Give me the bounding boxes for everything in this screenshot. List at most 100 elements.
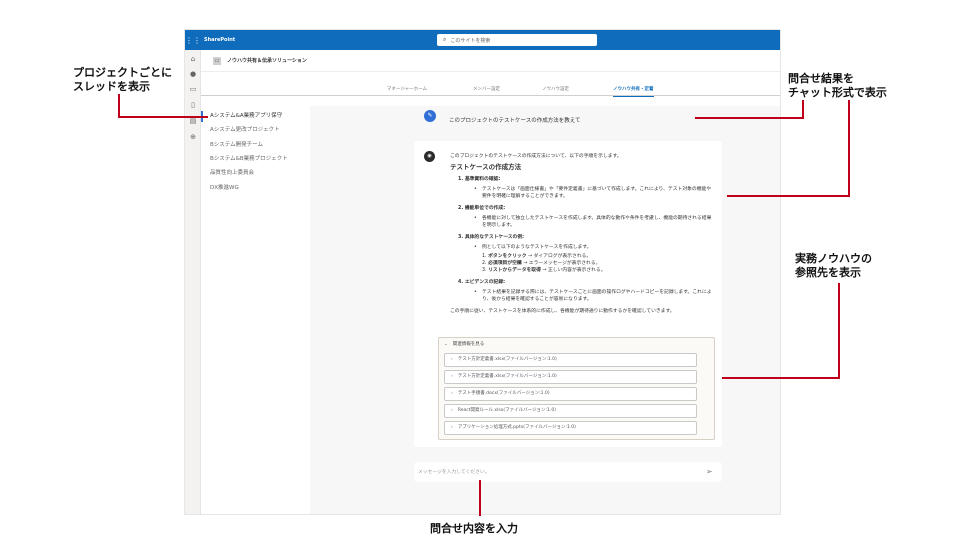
app-name: SharePoint xyxy=(204,37,236,43)
send-icon[interactable]: ➢ xyxy=(706,466,716,478)
step-title: 2. 機能単位での作成: xyxy=(458,206,506,211)
annotation-line-1: 実務ノウハウの xyxy=(795,252,872,265)
related-info-panel: ⌄ 関連情報を見る › テスト方針定義書.xlsx(ファイルバージョン:1.0) ›… xyxy=(438,337,715,440)
suite-bar: ⋮⋮ SharePoint ⌕ このサイトを検索 xyxy=(185,30,780,50)
site-header: ロ ノウハウ共有＆伝承ソリューション xyxy=(201,50,780,72)
answer-step: 2. 機能単位での作成: 各機能に対して独立したテストケースを作成します。具体的… xyxy=(458,205,712,229)
sub-step-action: ボタンをクリック xyxy=(488,254,527,259)
sub-step-result: → 正しい内容が表示される。 xyxy=(540,268,606,273)
reference-file-name: React開発ルール.xlsx(ファイルバージョン:1.0) xyxy=(457,408,556,413)
sub-step-action: リストからデータを取得 xyxy=(488,268,541,273)
message-composer: ➢ xyxy=(414,462,722,482)
thread-item[interactable]: DX推進WG xyxy=(201,183,309,194)
answer-step: 4. エビデンスの記録: テスト結果を記録する際には、テストケースごとに画面の操… xyxy=(458,279,712,303)
sub-step-action: 必須項目が空欄 xyxy=(488,261,522,266)
question-message: このプロジェクトのテストケースの作成方法を教えて xyxy=(449,118,581,124)
related-info-title: 関連情報を見る xyxy=(452,342,485,347)
sub-step: 2. 必須項目が空欄 → エラーメッセージが表示される。 xyxy=(482,260,712,267)
reference-leader-line xyxy=(838,283,840,379)
step-title: 3. 具体的なテストケースの例: xyxy=(458,235,525,240)
site-tabs: マネージャーホーム メンバー設定 ノウハウ設定 ノウハウ共有・定着 xyxy=(201,84,780,97)
answer-conclusion: この手順に従い、テストケースを体系的に作成し、各機能が期待通りに動作するかを確認… xyxy=(450,309,675,314)
chevron-right-icon: › xyxy=(451,408,453,413)
answer-step: 1. 基準資料の確認: テストケースは「画面仕様書」や「要件定義書」に基づいて作… xyxy=(458,176,712,200)
thread-item[interactable]: Aシステム&A業務アプリ保守 xyxy=(201,111,309,122)
site-title[interactable]: ノウハウ共有＆伝承ソリューション xyxy=(227,57,307,64)
step-bullet: 各機能に対して独立したテストケースを作成します。具体的な動作や条件を考慮し、機能… xyxy=(474,215,712,229)
step-bullet: 例として以下のようなテストケースを作成します。 xyxy=(474,244,712,251)
thread-leader-line xyxy=(118,116,208,118)
add-icon[interactable]: ⊕ xyxy=(188,132,198,142)
reference-item[interactable]: › テスト方針定義書.xlsx(ファイルバージョン:1.0) xyxy=(444,370,697,384)
sub-step-result: → エラーメッセージが表示される。 xyxy=(521,261,601,266)
reference-file-name: テスト方針定義書.xlsx(ファイルバージョン:1.0) xyxy=(457,357,557,362)
answer-step: 3. 具体的なテストケースの例: 例として以下のようなテストケースを作成します。… xyxy=(458,234,712,274)
step-bullet: テストケースは「画面仕様書」や「要件定義書」に基づいて作成します。これにより、テ… xyxy=(474,186,712,200)
chat-annotation: 問合せ結果を チャット形式で表示 xyxy=(788,72,887,100)
step-bullet: テスト結果を記録する際には、テストケースごとに画面の操作ログやハードコピーを記録… xyxy=(474,289,712,303)
annotation-line-1: 問合せ結果を xyxy=(788,72,854,85)
reference-leader-line xyxy=(722,377,840,379)
site-logo[interactable]: ロ xyxy=(213,56,221,65)
document-icon[interactable]: ▯ xyxy=(188,100,198,110)
answer-card: ◉ このプロジェクトのテストケースの作成方法について、以下の手順を示します。 テ… xyxy=(414,141,722,447)
site-search-box[interactable]: ⌕ このサイトを検索 xyxy=(437,34,597,46)
folder-icon[interactable]: ▭ xyxy=(188,84,198,94)
chat-leader-line xyxy=(695,117,804,119)
tab-knowhow-sharing[interactable]: ノウハウ共有・定着 xyxy=(613,86,654,97)
thread-leader-line xyxy=(118,94,120,117)
step-title: 1. 基準資料の確認: xyxy=(458,177,501,182)
thread-annotation: プロジェクトごとに スレッドを表示 xyxy=(73,66,172,94)
sub-step-number: 3. xyxy=(482,268,487,273)
search-placeholder: このサイトを検索 xyxy=(450,37,491,44)
chevron-down-icon: ⌄ xyxy=(444,342,448,347)
home-icon[interactable]: ⌂ xyxy=(188,54,198,64)
app-launcher-icon[interactable]: ⋮⋮ xyxy=(185,30,201,50)
search-icon: ⌕ xyxy=(443,36,447,43)
chevron-right-icon: › xyxy=(451,425,453,430)
related-info-toggle[interactable]: ⌄ 関連情報を見る xyxy=(444,341,484,347)
chat-leader-line xyxy=(727,195,850,197)
answer-intro: このプロジェクトのテストケースの作成方法について、以下の手順を示します。 xyxy=(450,154,622,159)
chat-pane: ✎ このプロジェクトのテストケースの作成方法を教えて ◉ このプロジェクトのテス… xyxy=(310,106,780,514)
chevron-right-icon: › xyxy=(451,391,453,396)
chevron-right-icon: › xyxy=(451,374,453,379)
message-input[interactable] xyxy=(418,465,698,479)
annotation-line-2: 参照先を表示 xyxy=(795,266,861,279)
thread-item[interactable]: Bシステム開発チーム xyxy=(201,140,309,151)
user-avatar-icon: ✎ xyxy=(424,110,436,122)
thread-item[interactable]: 品質性向上委員会 xyxy=(201,168,309,179)
tab-knowhow-settings[interactable]: ノウハウ設定 xyxy=(542,86,569,92)
reference-file-name: テスト手順書.docx(ファイルバージョン:1.0) xyxy=(457,391,550,396)
reference-item[interactable]: › React開発ルール.xlsx(ファイルバージョン:1.0) xyxy=(444,404,697,418)
reference-item[interactable]: › テスト方針定義書.xlsx(ファイルバージョン:1.0) xyxy=(444,353,697,367)
tab-member-settings[interactable]: メンバー設定 xyxy=(473,86,500,92)
annotation-line-1: プロジェクトごとに xyxy=(73,66,172,79)
thread-list: Aシステム&A業務アプリ保守 Aシステム更改プロジェクト Bシステム開発チーム … xyxy=(201,106,309,514)
thread-item[interactable]: Aシステム更改プロジェクト xyxy=(201,125,309,136)
globe-icon[interactable]: ● xyxy=(188,69,198,79)
annotation-line-2: スレッドを表示 xyxy=(73,80,150,93)
step-title: 4. エビデンスの記録: xyxy=(458,280,506,285)
sub-step-result: → ダイアログが表示される。 xyxy=(526,254,592,259)
reference-file-name: テスト方針定義書.xlsx(ファイルバージョン:1.0) xyxy=(457,374,557,379)
reference-item[interactable]: › アプリケーション処理方式.pptx(ファイルバージョン:1.0) xyxy=(444,421,697,435)
reference-annotation: 実務ノウハウの 参照先を表示 xyxy=(795,252,872,280)
reference-item[interactable]: › テスト手順書.docx(ファイルバージョン:1.0) xyxy=(444,387,697,401)
sub-step-number: 2. xyxy=(482,261,487,266)
bot-avatar-icon: ◉ xyxy=(424,151,435,162)
tab-manager-home[interactable]: マネージャーホーム xyxy=(387,86,427,92)
chat-leader-line xyxy=(848,100,850,197)
thread-item[interactable]: Bシステム&B業務プロジェクト xyxy=(201,154,309,165)
input-annotation: 問合せ内容を入力 xyxy=(430,522,518,535)
answer-heading: テストケースの作成方法 xyxy=(450,163,522,171)
sub-step: 3. リストからデータを取得 → 正しい内容が表示される。 xyxy=(482,267,712,274)
slide: ⋮⋮ SharePoint ⌕ このサイトを検索 ⌂ ● ▭ ▯ ▤ ⊕ ロ ノ… xyxy=(0,0,965,543)
chevron-right-icon: › xyxy=(451,357,453,362)
input-leader-line xyxy=(479,480,481,516)
reference-file-name: アプリケーション処理方式.pptx(ファイルバージョン:1.0) xyxy=(457,425,576,430)
sub-step: 1. ボタンをクリック → ダイアログが表示される。 xyxy=(482,253,712,260)
answer-body: このプロジェクトのテストケースの作成方法について、以下の手順を示します。 テスト… xyxy=(450,153,712,315)
annotation-line-2: チャット形式で表示 xyxy=(788,86,887,99)
sub-step-number: 1. xyxy=(482,254,487,259)
